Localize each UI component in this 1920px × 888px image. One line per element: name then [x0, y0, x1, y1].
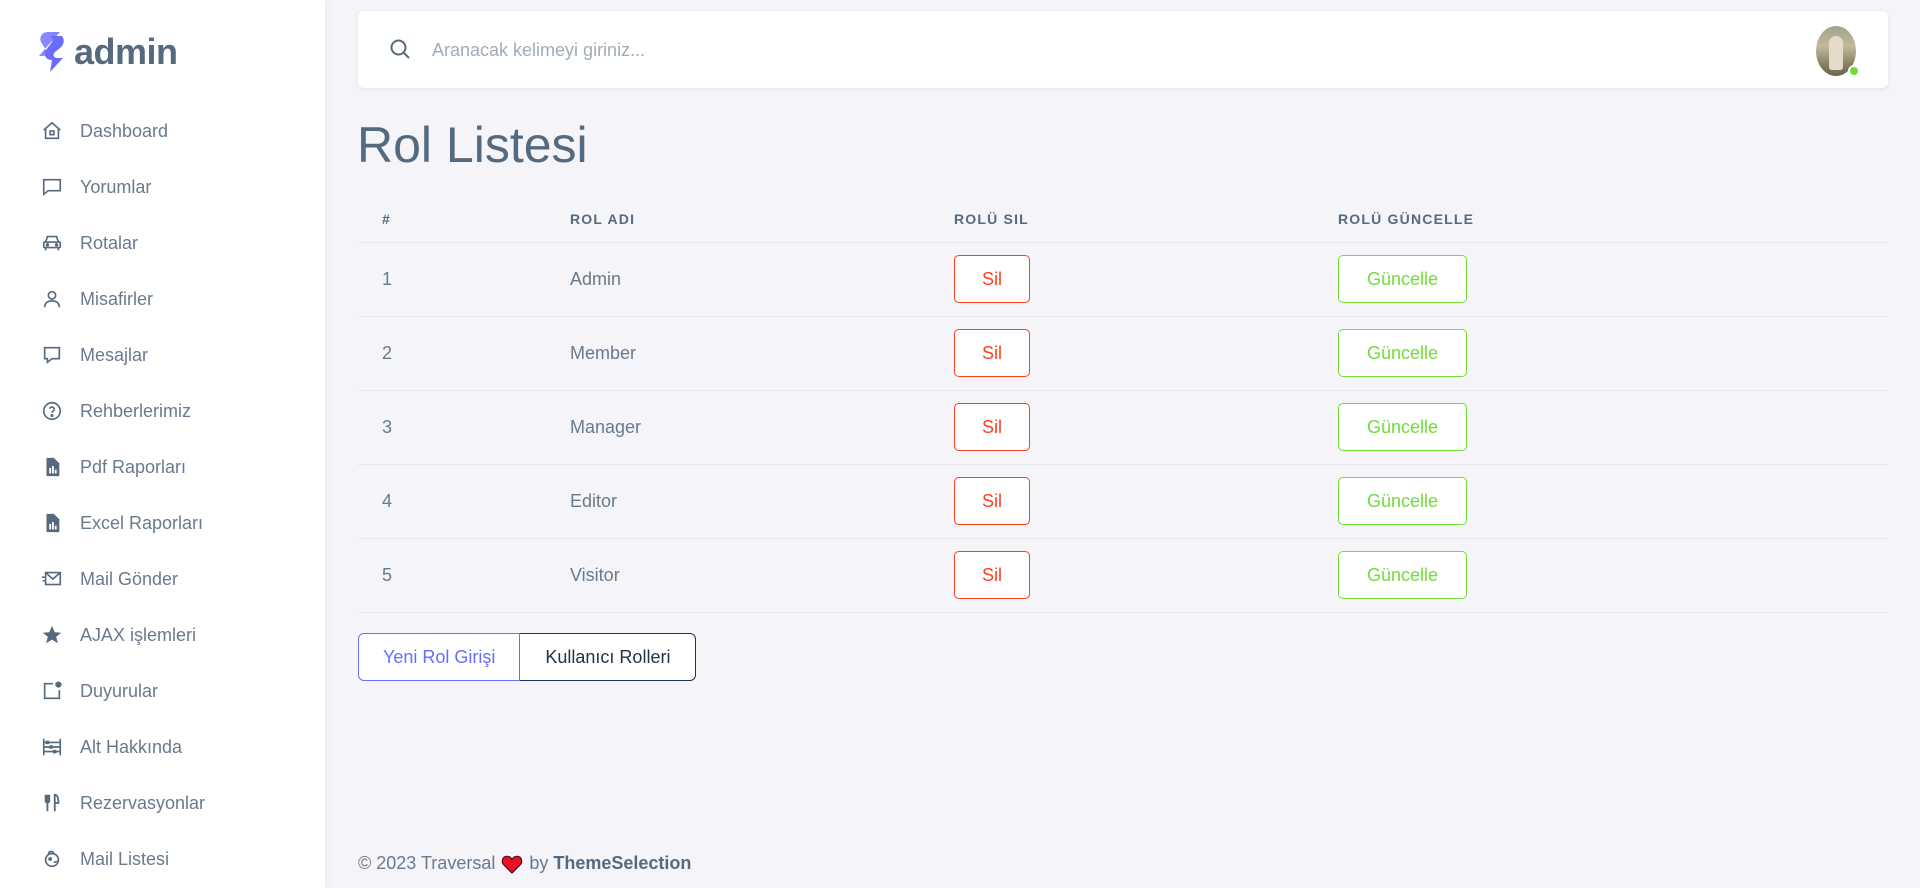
- sidebar-item-mesajlar[interactable]: Mesajlar: [0, 327, 325, 383]
- car-icon: [40, 231, 64, 255]
- sidebar-item-rotalar[interactable]: Rotalar: [0, 215, 325, 271]
- online-status-dot: [1848, 65, 1860, 77]
- sidebar-item-label: Dashboard: [80, 120, 169, 141]
- delete-role-button[interactable]: Sil: [954, 329, 1030, 377]
- sidebar-item-dashboard[interactable]: Dashboard: [0, 103, 325, 159]
- star-icon: [40, 623, 64, 647]
- role-name: Editor: [570, 464, 954, 539]
- sidebar-item-label: AJAX işlemleri: [80, 624, 197, 645]
- help-circle-icon: [40, 399, 64, 423]
- footer: © 2023 Traversal by ThemeSelection: [358, 853, 691, 874]
- table-row: 4 Editor Sil Güncelle: [358, 464, 1888, 539]
- page-title: Rol Listesi: [357, 117, 588, 173]
- sidebar-item-misafirler[interactable]: Misafirler: [0, 271, 325, 327]
- update-role-button[interactable]: Güncelle: [1338, 551, 1467, 599]
- roles-table: # ROL ADI ROLÜ SIL ROLÜ GÜNCELLE 1 Admin…: [358, 196, 1888, 613]
- user-roles-button[interactable]: Kullanıcı Rolleri: [520, 633, 697, 681]
- delete-role-button[interactable]: Sil: [954, 477, 1030, 525]
- role-id: 2: [358, 316, 570, 391]
- avatar-photo: [1829, 36, 1843, 70]
- delete-role-button[interactable]: Sil: [954, 403, 1030, 451]
- sidebar-item-label: Rezervasyonlar: [80, 792, 206, 813]
- sidebar-item-duyurular[interactable]: Duyurular: [0, 663, 325, 719]
- sidebar-item-alt-hakkinda[interactable]: Alt Hakkında: [0, 719, 325, 775]
- sidebar-menu: Dashboard Yorumlar Rotalar Misafirler Me…: [0, 103, 325, 887]
- message-icon: [40, 343, 64, 367]
- sidebar-item-mail-listesi[interactable]: Mail Listesi: [0, 831, 325, 887]
- file-report-icon: [40, 455, 64, 479]
- comment-icon: [40, 175, 64, 199]
- brand[interactable]: admin: [38, 30, 178, 74]
- sidebar-item-label: Pdf Raporları: [80, 456, 187, 477]
- restaurant-icon: [40, 791, 64, 815]
- role-id: 5: [358, 538, 570, 613]
- delete-role-button[interactable]: Sil: [954, 551, 1030, 599]
- brand-logo-icon: [39, 32, 64, 72]
- role-name: Manager: [570, 390, 954, 465]
- role-name: Admin: [570, 242, 954, 317]
- mail-send-icon: [40, 567, 64, 591]
- search-input[interactable]: [432, 31, 1332, 69]
- footer-themeselection-link[interactable]: ThemeSelection: [553, 853, 691, 874]
- sidebar-item-excel-raporlari[interactable]: Excel Raporları: [0, 495, 325, 551]
- sidebar: admin Dashboard Yorumlar Rotalar Misafir…: [0, 0, 325, 888]
- table-row: 2 Member Sil Güncelle: [358, 316, 1888, 391]
- heart-icon: [502, 855, 523, 874]
- column-header-role-name: ROL ADI: [570, 196, 954, 243]
- role-id: 1: [358, 242, 570, 317]
- brand-name: admin: [74, 31, 178, 72]
- search-icon[interactable]: [388, 37, 412, 61]
- footer-by: by: [529, 853, 549, 873]
- footer-copyright: © 2023 Traversal: [358, 853, 496, 873]
- avatar[interactable]: [1816, 26, 1860, 77]
- sidebar-item-label: Mesajlar: [80, 344, 149, 365]
- new-role-button[interactable]: Yeni Rol Girişi: [358, 633, 521, 681]
- sidebar-item-label: Mail Gönder: [80, 568, 179, 589]
- delete-role-button[interactable]: Sil: [954, 255, 1030, 303]
- user-icon: [40, 287, 64, 311]
- sidebar-item-pdf-raporlari[interactable]: Pdf Raporları: [0, 439, 325, 495]
- column-header-id: #: [358, 196, 570, 243]
- sidebar-item-label: Duyurular: [80, 680, 159, 701]
- home-icon: [40, 119, 64, 143]
- action-button-group: Yeni Rol Girişi Kullanıcı Rolleri: [358, 633, 697, 681]
- sidebar-item-label: Alt Hakkında: [80, 736, 183, 757]
- sidebar-item-label: Mail Listesi: [80, 848, 170, 869]
- update-role-button[interactable]: Güncelle: [1338, 255, 1467, 303]
- role-id: 3: [358, 390, 570, 465]
- table-row: 5 Visitor Sil Güncelle: [358, 538, 1888, 613]
- table-header-row: # ROL ADI ROLÜ SIL ROLÜ GÜNCELLE: [358, 196, 1888, 243]
- sidebar-item-rehberlerimiz[interactable]: Rehberlerimiz: [0, 383, 325, 439]
- sidebar-item-rezervasyonlar[interactable]: Rezervasyonlar: [0, 775, 325, 831]
- top-navbar: [358, 11, 1888, 88]
- column-header-delete: ROLÜ SIL: [954, 196, 1338, 243]
- update-role-button[interactable]: Güncelle: [1338, 403, 1467, 451]
- notification-icon: [40, 679, 64, 703]
- file-report-icon: [40, 511, 64, 535]
- sidebar-item-yorumlar[interactable]: Yorumlar: [0, 159, 325, 215]
- role-name: Visitor: [570, 538, 954, 613]
- role-name: Member: [570, 316, 954, 391]
- sidebar-item-label: Rehberlerimiz: [80, 400, 192, 421]
- update-role-button[interactable]: Güncelle: [1338, 477, 1467, 525]
- sidebar-item-label: Yorumlar: [80, 176, 152, 197]
- column-header-update: ROLÜ GÜNCELLE: [1338, 196, 1888, 243]
- mailchimp-icon: [40, 847, 64, 871]
- sidebar-item-ajax-islemleri[interactable]: AJAX işlemleri: [0, 607, 325, 663]
- table-row: 1 Admin Sil Güncelle: [358, 242, 1888, 317]
- update-role-button[interactable]: Güncelle: [1338, 329, 1467, 377]
- sidebar-item-mail-gonder[interactable]: Mail Gönder: [0, 551, 325, 607]
- sidebar-item-label: Misafirler: [80, 288, 154, 309]
- role-id: 4: [358, 464, 570, 539]
- table-row: 3 Manager Sil Güncelle: [358, 390, 1888, 465]
- sidebar-item-label: Rotalar: [80, 232, 139, 253]
- abacus-icon: [40, 735, 64, 759]
- sidebar-item-label: Excel Raporları: [80, 512, 204, 533]
